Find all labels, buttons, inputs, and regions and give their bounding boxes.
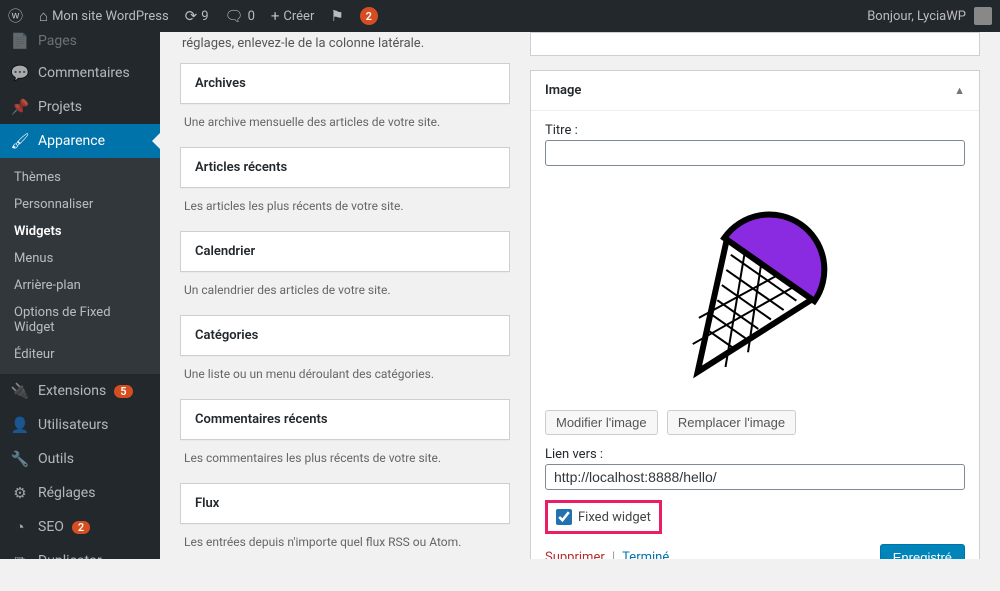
sidebar-item-duplicator[interactable]: ⧉ Duplicator	[0, 544, 160, 559]
submenu-menus[interactable]: Menus	[0, 245, 160, 272]
user-greeting[interactable]: Bonjour, LyciaWP	[859, 0, 1000, 32]
link-input[interactable]	[545, 464, 965, 490]
submenu-background[interactable]: Arrière-plan	[0, 272, 160, 299]
widget-categories[interactable]: Catégories	[180, 315, 510, 356]
comment-icon: 🗨	[225, 9, 244, 24]
submenu-customize[interactable]: Personnaliser	[0, 191, 160, 218]
sidebar-item-extensions[interactable]: 🔌 Extensions 5	[0, 374, 160, 408]
home-icon: ⌂	[39, 9, 48, 24]
replace-image-button[interactable]: Remplacer l'image	[667, 410, 796, 435]
sidebar-item-appearance[interactable]: 🖌 Apparence	[0, 124, 160, 158]
sidebar-item-projects[interactable]: 📌 Projets	[0, 90, 160, 124]
done-link[interactable]: Terminé	[622, 550, 669, 559]
pin-icon: 📌	[10, 98, 30, 116]
sidebar-item-label: Duplicator	[38, 553, 102, 559]
page-icon: 📄	[10, 32, 30, 50]
save-button[interactable]: Enregistré	[880, 544, 965, 559]
sidebar-item-label: Extensions	[38, 383, 106, 399]
sidebar-item-users[interactable]: 👤 Utilisateurs	[0, 408, 160, 442]
sidebar-item-label: Commentaires	[38, 65, 130, 81]
widget-footer-row: Supprimer | Terminé Enregistré	[545, 544, 965, 559]
wp-logo[interactable]: ⓦ	[0, 0, 31, 32]
sidebar-item-pages[interactable]: 📄 Pages	[0, 32, 160, 56]
admin-menu: 📄 Pages 💬 Commentaires 📌 Projets 🖌 Appar…	[0, 32, 160, 559]
icecream-icon	[625, 180, 885, 400]
submenu-editor[interactable]: Éditeur	[0, 341, 160, 368]
sidebar-item-label: Réglages	[38, 485, 95, 501]
chevron-up-icon: ▲	[954, 84, 965, 97]
create-label: Créer	[283, 9, 314, 24]
extra-link[interactable]: ⚑	[322, 0, 351, 32]
widget-image-header[interactable]: Image ▲	[531, 71, 979, 111]
image-buttons-row: Modifier l'image Remplacer l'image	[545, 410, 965, 435]
available-widgets-column: réglages, enlevez-le de la colonne latér…	[160, 32, 510, 559]
avatar	[974, 7, 992, 25]
link-label: Lien vers :	[545, 447, 965, 462]
plugin-icon: 🔌	[10, 382, 30, 400]
updates-link[interactable]: 2	[352, 0, 386, 32]
content-wrap: réglages, enlevez-le de la colonne latér…	[160, 32, 1000, 559]
seo-icon: ◔	[10, 518, 30, 536]
sidebar-item-label: Pages	[38, 33, 77, 49]
sidebar-area-column: Image ▲ Titre :	[530, 32, 980, 559]
fixed-widget-label: Fixed widget	[578, 510, 651, 525]
submenu-widgets[interactable]: Widgets	[0, 218, 160, 245]
fixed-widget-highlight: Fixed widget	[545, 500, 662, 534]
submenu-fixed-widget[interactable]: Options de Fixed Widget	[0, 299, 160, 341]
appearance-submenu: Thèmes Personnaliser Widgets Menus Arriè…	[0, 158, 160, 374]
widget-image-open: Image ▲ Titre :	[530, 70, 980, 559]
sidebar-item-label: Utilisateurs	[38, 417, 108, 433]
widget-image-title: Image	[545, 83, 581, 98]
image-preview	[545, 180, 965, 400]
sidebar-item-label: Apparence	[38, 133, 105, 149]
brush-icon: 🖌	[10, 132, 30, 150]
greeting-text: Bonjour, LyciaWP	[867, 9, 966, 24]
refresh-link[interactable]: ⟳ 9	[177, 0, 217, 32]
fixed-widget-checkbox[interactable]	[556, 509, 572, 525]
extensions-count: 5	[114, 385, 132, 398]
wrench-icon: 🔧	[10, 450, 30, 468]
edit-image-button[interactable]: Modifier l'image	[545, 410, 658, 435]
sidebar-item-label: Outils	[38, 451, 74, 467]
widget-rss[interactable]: Flux	[180, 483, 510, 524]
collapsed-widget-placeholder[interactable]	[530, 32, 980, 56]
available-widgets-desc: réglages, enlevez-le de la colonne latér…	[180, 32, 510, 63]
updates-badge: 2	[360, 7, 378, 25]
site-name: Mon site WordPress	[52, 9, 169, 24]
widget-recent-comments[interactable]: Commentaires récents	[180, 399, 510, 440]
refresh-icon: ⟳	[185, 9, 198, 24]
title-input[interactable]	[545, 140, 965, 166]
seo-count: 2	[72, 521, 90, 534]
user-icon: 👤	[10, 416, 30, 434]
plus-icon: +	[271, 9, 280, 24]
title-label: Titre :	[545, 123, 965, 138]
flag-icon: ⚑	[330, 9, 343, 24]
widget-image-body: Titre :	[531, 111, 979, 559]
comments-count: 0	[248, 9, 255, 24]
sliders-icon: ⚙	[10, 484, 30, 502]
widget-recent-posts[interactable]: Articles récents	[180, 147, 510, 188]
comments-link[interactable]: 🗨 0	[217, 0, 263, 32]
widget-archives[interactable]: Archives	[180, 63, 510, 104]
wordpress-icon: ⓦ	[8, 9, 23, 24]
delete-link[interactable]: Supprimer	[545, 550, 605, 559]
submenu-themes[interactable]: Thèmes	[0, 164, 160, 191]
sidebar-item-seo[interactable]: ◔ SEO 2	[0, 510, 160, 544]
comment-icon: 💬	[10, 64, 30, 82]
sidebar-item-comments[interactable]: 💬 Commentaires	[0, 56, 160, 90]
sidebar-item-label: Projets	[38, 99, 82, 115]
widget-calendar[interactable]: Calendrier	[180, 231, 510, 272]
sidebar-item-settings[interactable]: ⚙ Réglages	[0, 476, 160, 510]
create-link[interactable]: + Créer	[263, 0, 322, 32]
refresh-count: 9	[201, 9, 208, 24]
admin-bar: ⓦ ⌂ Mon site WordPress ⟳ 9 🗨 0 + Créer ⚑…	[0, 0, 1000, 32]
site-link[interactable]: ⌂ Mon site WordPress	[31, 0, 177, 32]
sidebar-item-label: SEO	[38, 519, 64, 535]
sidebar-item-tools[interactable]: 🔧 Outils	[0, 442, 160, 476]
copy-icon: ⧉	[10, 552, 30, 559]
